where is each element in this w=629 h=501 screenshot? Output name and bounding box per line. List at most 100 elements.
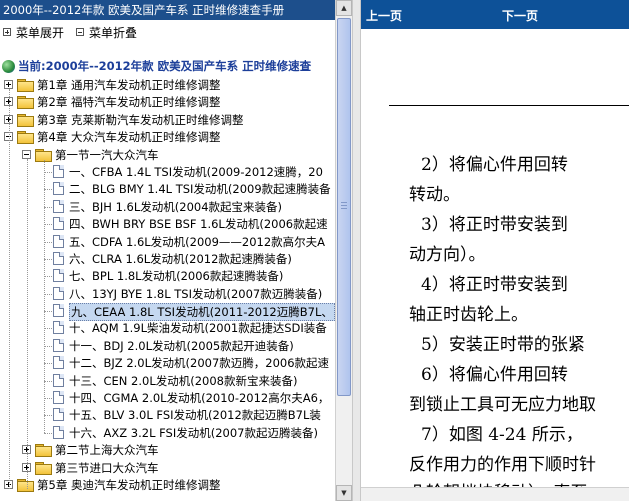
document-icon (53, 182, 64, 196)
folder-icon (35, 148, 52, 162)
tree-leaf[interactable]: 四、BWH BRY BSE BSF 1.6L发动机(2006款起速 (0, 215, 335, 232)
tree-folder[interactable]: 第2章 福特汽车发动机正时维修调整 (0, 93, 335, 110)
folder-icon (35, 461, 52, 475)
tree-folder[interactable]: 第一节一汽大众汽车 (0, 146, 335, 163)
folder-icon (17, 79, 34, 92)
tree-label: 九、CEAA 1.8L TSI发动机(2011-2012迈腾B7L、 (69, 303, 335, 322)
document-icon (53, 217, 64, 231)
tree-label: 十、AQM 1.9L柴油发动机(2001款起捷达SDI装备 (69, 321, 327, 336)
tree-label: 第5章 奥迪汽车发动机正时维修调整 (37, 477, 221, 492)
folder-icon (17, 96, 34, 110)
folder-icon (35, 444, 52, 458)
folder-icon (17, 113, 34, 127)
tree-leaf[interactable]: 一、CFBA 1.4L TSI发动机(2009-2012速腾，20 (0, 163, 335, 180)
header-rule (389, 105, 629, 106)
page-viewer: 上一页 下一页 2）将偏心件用回转转动。 3）将正时带安装到动方向）。 4）将正时带… (361, 0, 629, 501)
document-icon (53, 356, 64, 370)
page-line: 2）将偏心件用回转 (421, 155, 568, 175)
tree-leaf[interactable]: 十六、AXZ 3.2L FSI发动机(2007款起迈腾装备) (0, 424, 335, 441)
document-icon (53, 425, 64, 439)
document-icon (53, 408, 64, 422)
expand-icon (3, 28, 11, 36)
folder-icon (17, 131, 34, 145)
tree-leaf[interactable]: 七、BPL 1.8L发动机(2006款起速腾装备) (0, 267, 335, 284)
expand-toggle-icon[interactable] (4, 80, 13, 89)
document-icon (53, 286, 64, 300)
tree-label: 第3章 克莱斯勒汽车发动机正时维修调整 (37, 112, 244, 127)
tree-label: 第三节进口大众汽车 (55, 460, 159, 475)
document-icon (53, 391, 64, 405)
tree-leaf[interactable]: 九、CEAA 1.8L TSI发动机(2011-2012迈腾B7L、 (0, 302, 335, 322)
tree-leaf[interactable]: 十、AQM 1.9L柴油发动机(2001款起捷达SDI装备 (0, 319, 335, 336)
tree-label: 一、CFBA 1.4L TSI发动机(2009-2012速腾，20 (69, 164, 323, 179)
tree-leaf[interactable]: 十五、BLV 3.0L FSI发动机(2012款起迈腾B7L装 (0, 406, 335, 423)
document-icon (53, 269, 64, 283)
tree-leaf[interactable]: 十二、BJZ 2.0L发动机(2007款迈腾，2006款起速 (0, 354, 335, 371)
tree-label: 第4章 大众汽车发动机正时维修调整 (37, 130, 221, 145)
next-page-link[interactable]: 下一页 (502, 7, 538, 24)
scroll-down-icon[interactable]: ▼ (336, 485, 352, 501)
tree-label: 三、BJH 1.6L发动机(2004款起宝来装备) (69, 199, 283, 214)
page-line: 反作用力的作用下顺时针 (409, 455, 596, 475)
panel-title: 2000年--2012年款 欧美及国产车系 正时维修速查手册 (0, 0, 335, 20)
tree-folder[interactable]: 第3章 克莱斯勒汽车发动机正时维修调整 (0, 111, 335, 128)
current-label: 当前:2000年--2012年款 欧美及国产车系 正时维修速查 (18, 59, 312, 73)
tree-label: 七、BPL 1.8L发动机(2006款起速腾装备) (69, 269, 284, 284)
tree-label: 第一节一汽大众汽车 (55, 147, 159, 162)
tree-folder[interactable]: 第三节进口大众汽车 (0, 459, 335, 476)
tree-label: 第1章 通用汽车发动机正时维修调整 (37, 78, 221, 92)
document-icon (53, 251, 64, 265)
document-icon (53, 321, 64, 335)
tree-label: 六、CLRA 1.6L发动机(2012款起速腾装备) (69, 251, 292, 266)
prev-page-link[interactable]: 上一页 (366, 7, 402, 24)
collapse-all-label: 菜单折叠 (89, 25, 138, 40)
tree-label: 二、BLG BMY 1.4L TSI发动机(2009款起速腾装备 (69, 182, 331, 197)
document-icon (53, 373, 64, 387)
globe-icon (2, 59, 15, 73)
page-line: 转动。 (409, 185, 460, 205)
tree-folder[interactable]: 第二节上海大众汽车 (0, 441, 335, 458)
collapse-icon (76, 28, 85, 36)
scroll-thumb[interactable] (337, 18, 351, 396)
tree-folder[interactable]: 第5章 奥迪汽车发动机正时维修调整 (0, 476, 335, 493)
tree-leaf[interactable]: 三、BJH 1.6L发动机(2004款起宝来装备) (0, 198, 335, 215)
tree-label: 十二、BJZ 2.0L发动机(2007款迈腾，2006款起速 (69, 356, 330, 371)
page-line: 4）将正时带安装到 (421, 275, 568, 295)
page-line: 3）将正时带安装到 (421, 215, 568, 235)
panel-splitter[interactable] (352, 0, 361, 501)
menu-toolbar: 菜单展开 菜单折叠 (0, 23, 335, 41)
page-line: 5）安装正时带的张紧 (421, 335, 585, 355)
tree-label: 十五、BLV 3.0L FSI发动机(2012款起迈腾B7L装 (69, 408, 321, 423)
tree-leaf[interactable]: 六、CLRA 1.6L发动机(2012款起速腾装备) (0, 250, 335, 267)
tree-folder[interactable]: 第1章 通用汽车发动机正时维修调整 (0, 76, 335, 93)
document-icon (53, 338, 64, 352)
expand-all-button[interactable]: 菜单展开 (3, 24, 64, 41)
page-line: 动方向）。 (409, 245, 486, 265)
tree-leaf[interactable]: 五、CDFA 1.6L发动机(2009——2012款高尔夫A (0, 233, 335, 250)
tree-leaf[interactable]: 十四、CGMA 2.0L发动机(2010-2012高尔夫A6， (0, 389, 335, 406)
tree-label: 十四、CGMA 2.0L发动机(2010-2012高尔夫A6， (69, 391, 330, 406)
collapse-toggle-icon[interactable] (22, 149, 31, 159)
page-nav-bar: 上一页 下一页 (361, 0, 629, 29)
tree-leaf[interactable]: 十一、BDJ 2.0L发动机(2005款起开迪装备) (0, 337, 335, 354)
tree-leaf[interactable]: 八、13YJ BYE 1.8L TSI发动机(2007款迈腾装备) (0, 285, 335, 302)
tree-folder[interactable]: 第4章 大众汽车发动机正时维修调整 (0, 128, 335, 145)
tree-label: 五、CDFA 1.6L发动机(2009——2012款高尔夫A (69, 234, 326, 249)
tree-leaf[interactable]: 二、BLG BMY 1.4L TSI发动机(2009款起速腾装备 (0, 180, 335, 197)
expand-all-label: 菜单展开 (16, 25, 65, 40)
tree-leaf[interactable]: 十三、CEN 2.0L发动机(2008款新宝来装备) (0, 372, 335, 389)
collapse-all-button[interactable]: 菜单折叠 (76, 24, 137, 41)
scroll-up-icon[interactable]: ▲ (336, 0, 352, 16)
document-icon (53, 199, 64, 213)
folder-icon (17, 478, 34, 492)
page-line: 轴正时齿轮上。 (409, 305, 528, 325)
document-icon (53, 304, 64, 318)
tree-label: 第2章 福特汽车发动机正时维修调整 (37, 95, 221, 110)
tree-label: 十六、AXZ 3.2L FSI发动机(2007款起迈腾装备) (69, 425, 318, 440)
tree-label: 第二节上海大众汽车 (55, 443, 159, 458)
document-icon (53, 164, 64, 178)
horizontal-scrollbar[interactable] (361, 487, 629, 501)
tree-scrollbar[interactable]: ▲ ▼ (335, 0, 352, 501)
page-line: 到锁止工具可无应力地取 (409, 395, 596, 415)
page-line: 6）将偏心件用回转 (421, 365, 568, 385)
